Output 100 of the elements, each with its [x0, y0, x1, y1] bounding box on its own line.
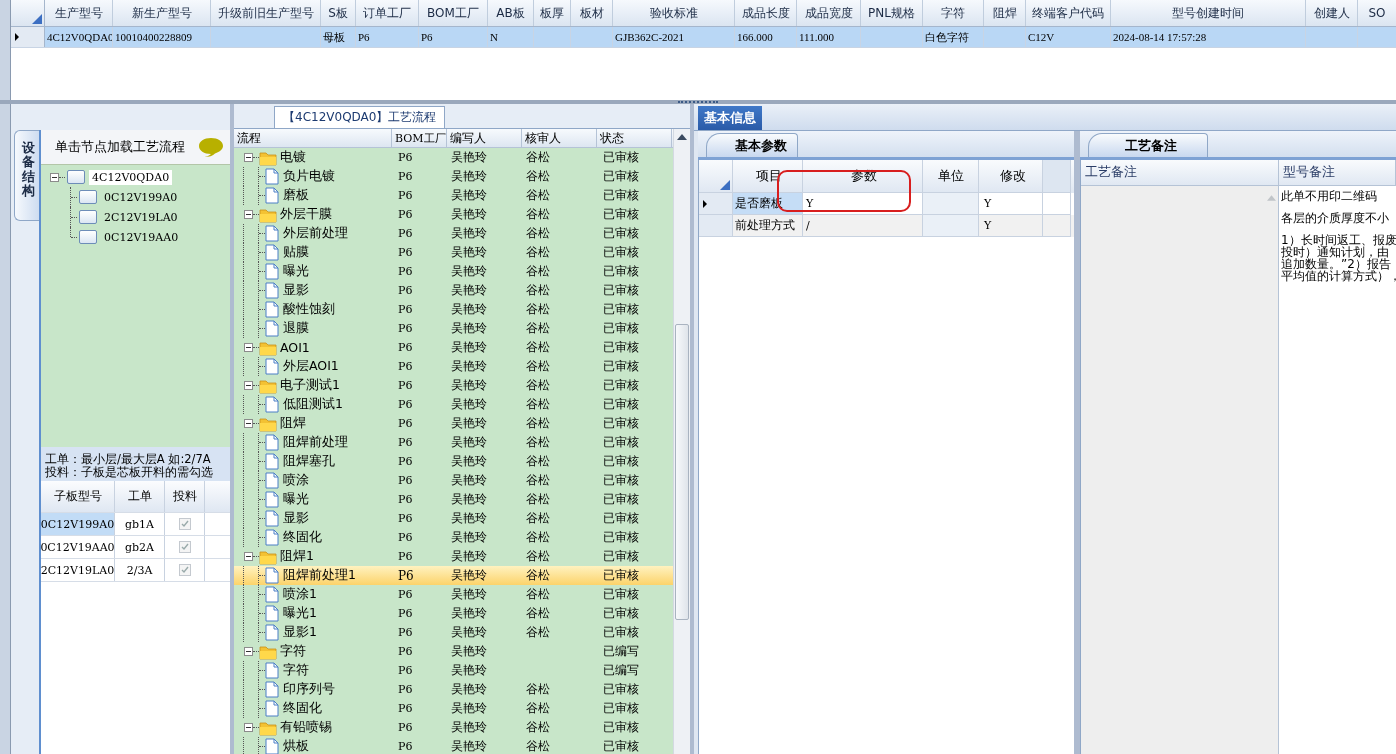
tab[interactable]: 工艺备注: [1088, 133, 1208, 157]
column-header[interactable]: 工单: [115, 481, 165, 512]
column-header[interactable]: 阻焊: [984, 0, 1026, 26]
tree-row[interactable]: 贴膜 P6 吴艳玲 谷松 已审核: [234, 243, 673, 262]
tree-row[interactable]: 负片电镀 P6 吴艳玲 谷松 已审核: [234, 167, 673, 186]
column-header[interactable]: 订单工厂: [356, 0, 419, 26]
column-header[interactable]: 型号创建时间: [1111, 0, 1306, 26]
scrollbar[interactable]: [673, 129, 690, 754]
table-cell-text: 白色字符: [925, 30, 969, 45]
collapse-icon[interactable]: [244, 552, 253, 561]
tree-row[interactable]: 曝光 P6 吴艳玲 谷松 已审核: [234, 262, 673, 281]
column-header[interactable]: 升级前旧生产型号: [211, 0, 321, 26]
collapse-icon[interactable]: [244, 343, 253, 352]
tree-row[interactable]: 阻焊前处理 P6 吴艳玲 谷松 已审核: [234, 433, 673, 452]
scrollbar-thumb[interactable]: [675, 324, 689, 620]
column-header[interactable]: 核审人: [522, 129, 597, 147]
table-cell-text: C12V: [1028, 30, 1055, 45]
tree-row[interactable]: 曝光 P6 吴艳玲 谷松 已审核: [234, 490, 673, 509]
column-header[interactable]: 编写人: [447, 129, 522, 147]
column-header[interactable]: 状态: [597, 129, 672, 147]
column-header[interactable]: 子板型号: [41, 481, 115, 512]
checkbox[interactable]: [178, 518, 191, 530]
tree-row[interactable]: 印序列号 P6 吴艳玲 谷松 已审核: [234, 680, 673, 699]
column-header[interactable]: 投料: [165, 481, 205, 512]
tree-row[interactable]: 阻焊前处理1 P6 吴艳玲 谷松 已审核: [234, 566, 673, 585]
remark-text: 平均值的计算方式），: [1281, 270, 1394, 282]
tree-row[interactable]: 低阻测试1 P6 吴艳玲 谷松 已审核: [234, 395, 673, 414]
table-row[interactable]: 前处理方式 / Y: [699, 215, 1074, 237]
tree-row[interactable]: 外层前处理 P6 吴艳玲 谷松 已审核: [234, 224, 673, 243]
collapse-icon[interactable]: [244, 723, 253, 732]
column-header[interactable]: 板厚: [534, 0, 571, 26]
table-cell: 谷松: [526, 530, 550, 544]
table-cell: P6: [398, 170, 413, 183]
tree-row[interactable]: 外层AOI1 P6 吴艳玲 谷松 已审核: [234, 357, 673, 376]
column-header[interactable]: 生产型号: [45, 0, 113, 26]
tree-row[interactable]: 字符 P6 吴艳玲 已编写: [234, 642, 673, 661]
tree-row[interactable]: 显影 P6 吴艳玲 谷松 已审核: [234, 281, 673, 300]
column-header[interactable]: PNL规格: [861, 0, 923, 26]
side-tab[interactable]: 设备结构: [14, 130, 42, 222]
column-header[interactable]: 终端客户代码: [1026, 0, 1111, 26]
tree-row[interactable]: AOI1 P6 吴艳玲 谷松 已审核: [234, 338, 673, 357]
collapse-icon[interactable]: [244, 647, 253, 656]
table-cell: 谷松: [526, 511, 550, 525]
collapse-icon[interactable]: [244, 381, 253, 390]
collapse-icon[interactable]: [244, 210, 253, 219]
column-header[interactable]: 成品宽度: [797, 0, 861, 26]
collapse-icon[interactable]: [244, 153, 253, 162]
tab[interactable]: 基本信息: [698, 106, 762, 130]
tree-row[interactable]: 阻焊塞孔 P6 吴艳玲 谷松 已审核: [234, 452, 673, 471]
column-header[interactable]: 字符: [923, 0, 984, 26]
tab[interactable]: 基本参数: [706, 133, 798, 157]
checkbox[interactable]: [178, 541, 191, 553]
tree-row[interactable]: 喷涂1 P6 吴艳玲 谷松 已审核: [234, 585, 673, 604]
column-header[interactable]: 流程: [234, 129, 392, 147]
tree-row[interactable]: 喷涂 P6 吴艳玲 谷松 已审核: [234, 471, 673, 490]
document-icon: [265, 263, 279, 280]
tree-item[interactable]: 0C12V199A0: [101, 189, 181, 205]
scroll-up-icon[interactable]: [677, 134, 687, 140]
column-header[interactable]: BOM工厂: [392, 129, 447, 147]
column-header[interactable]: AB板: [488, 0, 534, 26]
table-cell: P6: [398, 702, 413, 715]
checkbox[interactable]: [178, 564, 191, 576]
table-cell: P6: [398, 303, 413, 316]
table-cell: 已审核: [603, 207, 639, 221]
column-header[interactable]: SO: [1358, 0, 1396, 26]
tree-row[interactable]: 烘板 P6 吴艳玲 谷松 已审核: [234, 737, 673, 754]
tree-row[interactable]: 退膜 P6 吴艳玲 谷松 已审核: [234, 319, 673, 338]
table-cell[interactable]: 2C12V19LA0: [41, 559, 115, 581]
collapse-icon[interactable]: [50, 172, 59, 182]
table-cell: 已审核: [603, 416, 639, 430]
column-header[interactable]: S板: [321, 0, 356, 26]
tree-item[interactable]: 0C12V19AA0: [101, 229, 182, 245]
column-header[interactable]: 新生产型号: [113, 0, 211, 26]
table-cell: P6: [398, 189, 413, 202]
tree-row[interactable]: 字符 P6 吴艳玲 已编写: [234, 661, 673, 680]
tree-row[interactable]: 酸性蚀刻 P6 吴艳玲 谷松 已审核: [234, 300, 673, 319]
table-cell[interactable]: 0C12V19AA0: [41, 536, 115, 558]
column-header[interactable]: 创建人: [1306, 0, 1358, 26]
table-cell: 已审核: [603, 568, 639, 582]
tree-row[interactable]: 阻焊 P6 吴艳玲 谷松 已审核: [234, 414, 673, 433]
tree-row[interactable]: 显影1 P6 吴艳玲 谷松 已审核: [234, 623, 673, 642]
column-header[interactable]: 板材: [571, 0, 613, 26]
tree-row[interactable]: 显影 P6 吴艳玲 谷松 已审核: [234, 509, 673, 528]
column-header[interactable]: 验收标准: [613, 0, 735, 26]
column-header[interactable]: 成品长度: [735, 0, 797, 26]
tree-row[interactable]: 阻焊1 P6 吴艳玲 谷松 已审核: [234, 547, 673, 566]
tree-row[interactable]: 电子测试1 P6 吴艳玲 谷松 已审核: [234, 376, 673, 395]
tree-row[interactable]: 外层干膜 P6 吴艳玲 谷松 已审核: [234, 205, 673, 224]
tree-row[interactable]: 有铅喷锡 P6 吴艳玲 谷松 已审核: [234, 718, 673, 737]
table-cell[interactable]: 0C12V199A0: [41, 513, 115, 535]
column-header[interactable]: BOM工厂: [419, 0, 488, 26]
collapse-icon[interactable]: [244, 419, 253, 428]
tree-item[interactable]: 4C12V0QDA0: [89, 169, 173, 185]
tree-row[interactable]: 终固化 P6 吴艳玲 谷松 已审核: [234, 699, 673, 718]
tree-item[interactable]: 2C12V19LA0: [101, 209, 181, 225]
tree-row[interactable]: 磨板 P6 吴艳玲 谷松 已审核: [234, 186, 673, 205]
tree-item: 外层前处理: [283, 225, 348, 242]
tree-row[interactable]: 电镀 P6 吴艳玲 谷松 已审核: [234, 148, 673, 167]
tree-row[interactable]: 终固化 P6 吴艳玲 谷松 已审核: [234, 528, 673, 547]
tree-row[interactable]: 曝光1 P6 吴艳玲 谷松 已审核: [234, 604, 673, 623]
